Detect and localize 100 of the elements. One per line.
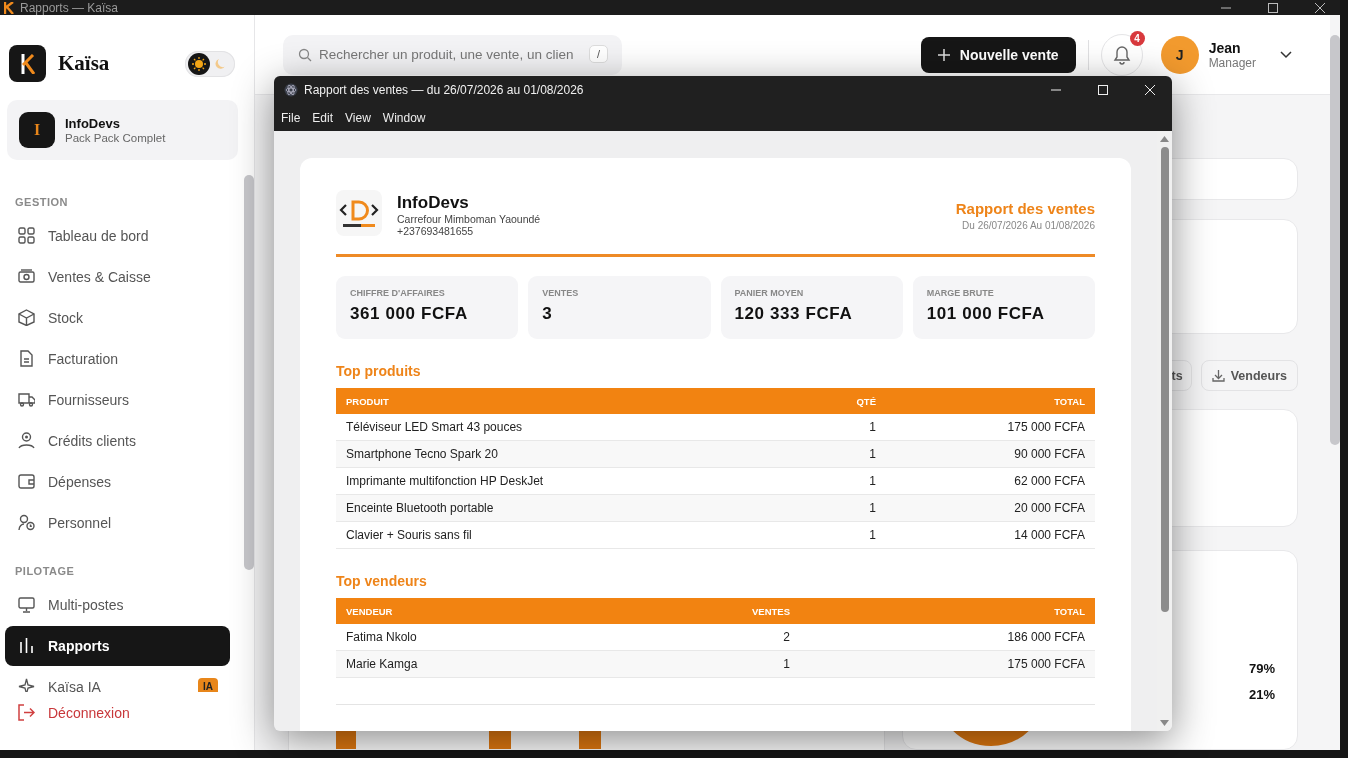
nav-label: Fournisseurs <box>48 391 129 408</box>
column-header: PRODUIT <box>336 388 806 414</box>
bell-icon <box>1112 44 1131 65</box>
user-icon <box>18 432 35 450</box>
menu-item[interactable]: Window <box>381 110 427 125</box>
column-header: TOTAL <box>886 388 1095 414</box>
menu-item[interactable]: Edit <box>311 110 335 125</box>
table-cell: Smartphone Tecno Spark 20 <box>336 440 806 468</box>
share-percent: 21% <box>1248 687 1275 702</box>
report-title: Rapport des ventes <box>955 200 1095 217</box>
organization-card[interactable]: I InfoDevs Pack Pack Complet <box>7 100 238 160</box>
organization-avatar: I <box>19 112 55 148</box>
nav-label: Ventes & Caisse <box>48 268 151 285</box>
sidebar-item[interactable]: Fournisseurs <box>5 380 230 420</box>
theme-toggle[interactable] <box>185 50 235 77</box>
nav-label: Facturation <box>48 350 119 367</box>
window-title: Rapport des ventes — du 26/07/2026 au 01/08/2026 <box>304 83 584 97</box>
moon-icon <box>215 57 227 70</box>
kpi-label: VENTES <box>542 288 580 298</box>
atom-icon <box>284 83 298 97</box>
section-heading: GESTION <box>14 195 69 210</box>
nav-label: Crédits clients <box>48 432 136 449</box>
organization-name: InfoDevs <box>65 116 121 131</box>
ai-badge: IA <box>198 678 218 692</box>
table-cell: 175 000 FCFA <box>886 414 1095 441</box>
search-icon <box>298 47 312 62</box>
kpi-value: 361 000 FCFA <box>350 304 469 324</box>
sidebar-item[interactable]: Personnel <box>5 503 230 543</box>
table-cell: 175 000 FCFA <box>800 650 1095 678</box>
maximize-icon <box>1097 84 1109 96</box>
table-cell: 1 <box>806 467 886 495</box>
menu-item[interactable]: View <box>344 110 372 125</box>
kpi-value: 101 000 FCFA <box>926 304 1046 324</box>
nav-label: Personnel <box>48 514 112 531</box>
company-address: Carrefour Mimboman Yaoundé <box>397 213 541 225</box>
nav-label: Rapports <box>48 637 110 654</box>
user-clock-icon <box>18 514 35 532</box>
k-letter-icon <box>20 53 35 74</box>
scrollbar-thumb[interactable] <box>1160 147 1169 612</box>
table-cell: Téléviseur LED Smart 43 pouces <box>336 414 806 441</box>
document-icon <box>18 350 35 368</box>
export-button[interactable]: Vendeurs <box>1200 360 1298 392</box>
table-cell: 90 000 FCFA <box>886 440 1095 468</box>
share-percent: 79% <box>1248 661 1275 676</box>
table-cell: Fatima Nkolo <box>336 624 720 651</box>
nav-label: Dépenses <box>48 473 112 490</box>
sidebar-item[interactable]: Rapports <box>5 626 230 666</box>
column-header: VENDEUR <box>336 598 720 624</box>
sidebar-item[interactable]: Tableau de bord <box>5 216 230 256</box>
camera-icon <box>18 268 35 286</box>
table-cell: 1 <box>806 494 886 522</box>
user-role: Manager <box>1208 55 1256 70</box>
column-header: QTÉ <box>806 388 886 414</box>
sidebar-item[interactable]: Dépenses <box>5 462 230 502</box>
scrollbar-thumb[interactable] <box>1330 35 1340 445</box>
table-cell: Clavier + Souris sans fil <box>336 521 806 549</box>
menu-item[interactable]: File <box>280 110 302 125</box>
table-cell: 186 000 FCFA <box>800 624 1095 651</box>
table-cell: Marie Kamga <box>336 650 720 678</box>
new-sale-button[interactable]: Nouvelle vente <box>920 36 1076 73</box>
sidebar-item[interactable]: Stock <box>5 298 230 338</box>
table-cell: 1 <box>806 414 886 441</box>
sun-icon <box>192 56 206 71</box>
scrollbar-thumb[interactable] <box>244 175 254 570</box>
column-header: VENTES <box>720 598 800 624</box>
section-title: Top vendeurs <box>336 573 428 589</box>
table-cell: 2 <box>720 624 800 651</box>
company-logo <box>336 190 382 236</box>
notification-count: 4 <box>1129 30 1145 46</box>
organization-plan: Pack Pack Complet <box>65 132 166 144</box>
nav-label: Tableau de bord <box>48 227 149 244</box>
plus-icon <box>937 48 950 61</box>
sidebar-item[interactable]: Crédits clients <box>5 421 230 461</box>
report-period: Du 26/07/2026 Au 01/08/2026 <box>961 220 1095 231</box>
column-header: TOTAL <box>800 598 1095 624</box>
box-icon <box>18 309 35 327</box>
user-avatar[interactable]: J <box>1160 35 1199 74</box>
sidebar-item[interactable]: Facturation <box>5 339 230 379</box>
table-cell: 20 000 FCFA <box>886 494 1095 522</box>
kpi-label: CHIFFRE D'AFFAIRES <box>350 288 446 298</box>
kpi-value: 120 333 FCFA <box>734 304 854 324</box>
close-icon <box>1314 1 1326 14</box>
sparkle-icon <box>18 678 35 692</box>
kpi-value: 3 <box>542 304 554 324</box>
grid-icon <box>18 227 35 245</box>
monitor-icon <box>18 596 35 614</box>
bar-chart-icon <box>18 637 35 655</box>
table-cell: 1 <box>720 650 800 678</box>
kpi-label: MARGE BRUTE <box>926 288 995 298</box>
app-logo-icon <box>4 1 14 14</box>
kpi-label: PANIER MOYEN <box>734 288 805 298</box>
sidebar-item[interactable]: Multi-postes <box>5 585 230 625</box>
sidebar-item[interactable]: Kaïsa IA IA <box>5 667 230 692</box>
nav-label: Kaïsa IA <box>48 678 101 692</box>
nav-label: Stock <box>48 309 83 326</box>
logout-button[interactable]: Déconnexion <box>0 692 254 721</box>
sidebar-item[interactable]: Ventes & Caisse <box>5 257 230 297</box>
user-name: Jean <box>1208 39 1242 56</box>
scroll-up-icon <box>1160 136 1169 142</box>
table-cell: 14 000 FCFA <box>886 521 1095 549</box>
